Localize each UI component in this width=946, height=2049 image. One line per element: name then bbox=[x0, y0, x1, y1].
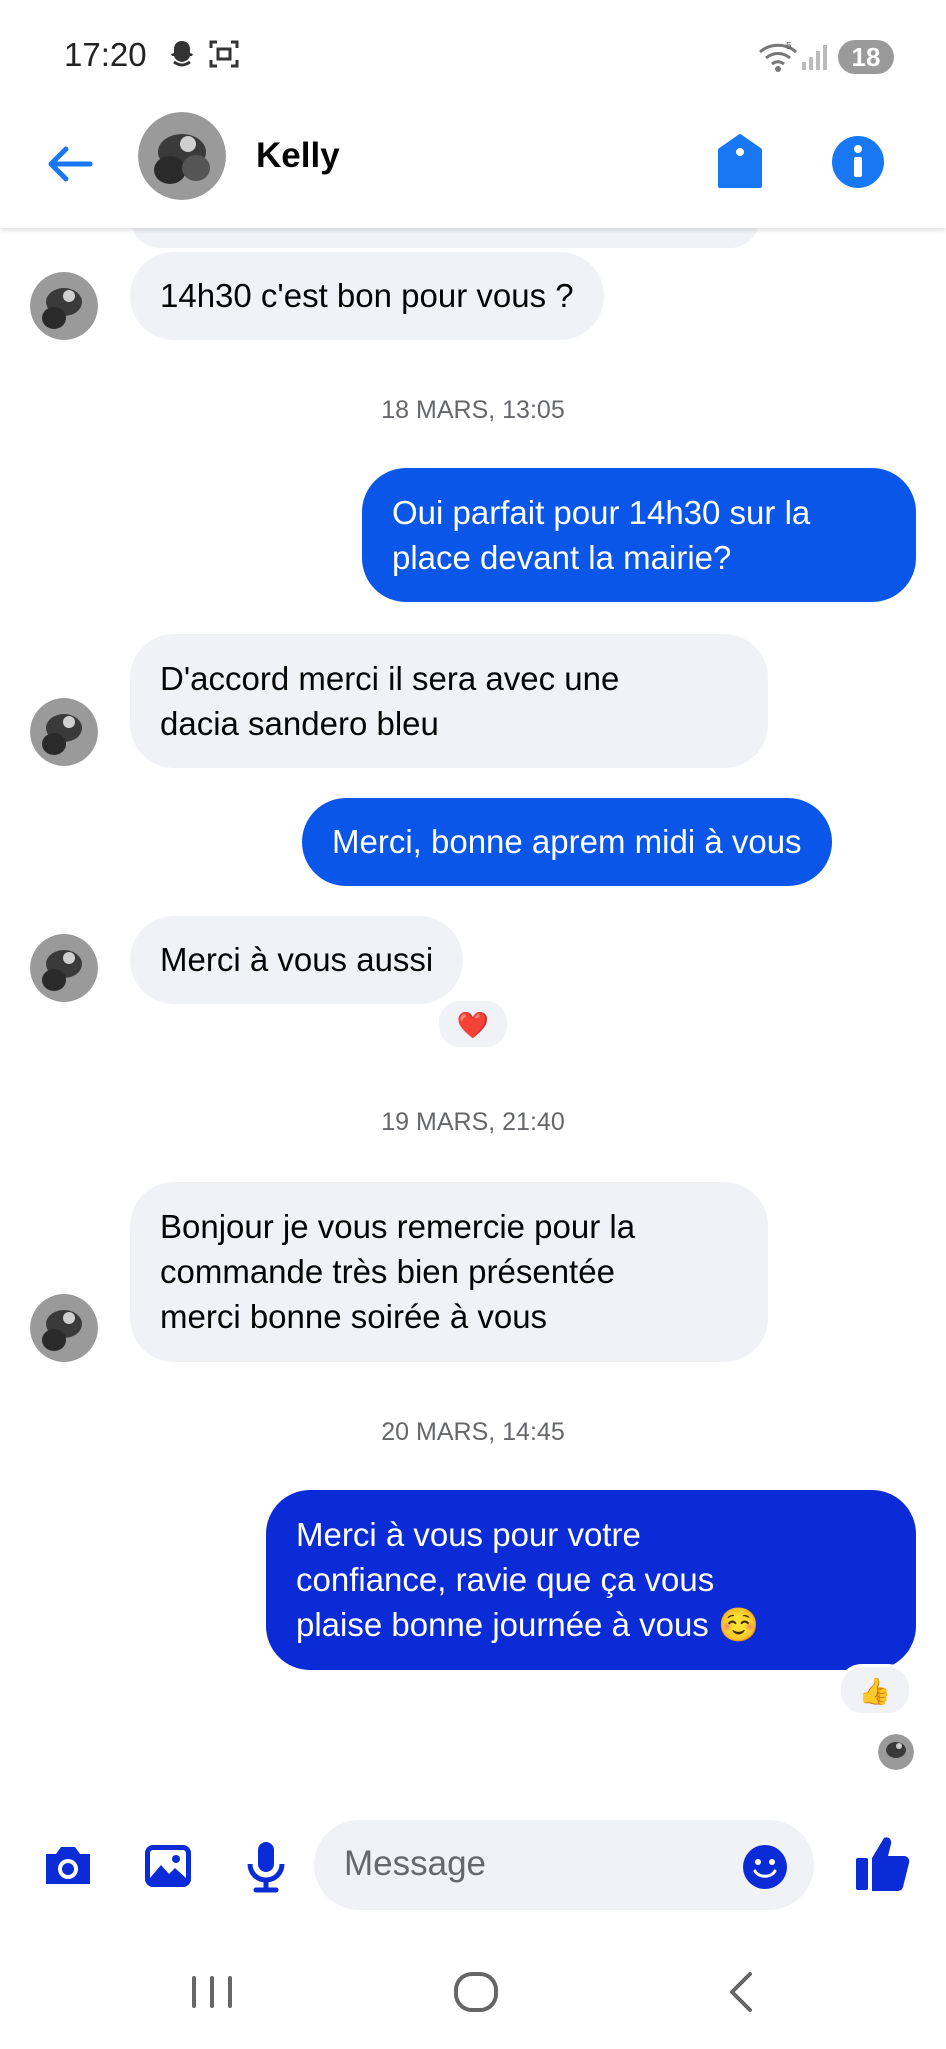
incoming-message[interactable]: D'accord merci il sera avec une dacia sa… bbox=[130, 634, 768, 768]
wifi-icon: 5 bbox=[758, 41, 798, 72]
message-input[interactable]: Message bbox=[314, 1820, 814, 1910]
conversation-header: Kelly bbox=[0, 110, 946, 228]
message-line: confiance, ravie que ça vous bbox=[296, 1561, 715, 1598]
emoji-icon[interactable] bbox=[742, 1844, 788, 1890]
back-arrow-icon[interactable] bbox=[40, 134, 100, 194]
sender-avatar bbox=[30, 698, 98, 766]
sender-avatar bbox=[30, 272, 98, 340]
message-timestamp: 18 MARS, 13:05 bbox=[381, 396, 565, 424]
message-bubble-cut bbox=[130, 228, 760, 248]
outgoing-message[interactable]: Merci à vous pour votre confiance, ravie… bbox=[266, 1490, 916, 1670]
battery-indicator: 18 bbox=[838, 40, 894, 74]
message-line: place devant la mairie? bbox=[392, 539, 732, 576]
contact-name[interactable]: Kelly bbox=[256, 136, 340, 176]
snapchat-icon bbox=[171, 41, 193, 67]
screenshot-icon bbox=[209, 40, 239, 68]
sender-avatar bbox=[30, 934, 98, 1002]
back-icon[interactable] bbox=[712, 1962, 772, 2022]
incoming-message[interactable]: Bonjour je vous remercie pour la command… bbox=[130, 1182, 768, 1362]
sender-avatar bbox=[30, 1294, 98, 1362]
message-line: merci bonne soirée à vous bbox=[160, 1298, 548, 1335]
message-line: Bonjour je vous remercie pour la bbox=[160, 1208, 636, 1245]
read-receipt-avatar bbox=[878, 1734, 914, 1770]
status-bar: 17:20 5 18 bbox=[0, 0, 946, 110]
incoming-message[interactable]: 14h30 c'est bon pour vous ? bbox=[130, 252, 604, 340]
message-composer: Message bbox=[0, 1810, 946, 1920]
incoming-message[interactable]: Merci à vous aussi bbox=[130, 916, 464, 1004]
message-placeholder: Message bbox=[344, 1844, 487, 1883]
microphone-icon[interactable] bbox=[238, 1838, 294, 1894]
message-text: 14h30 c'est bon pour vous ? bbox=[160, 277, 574, 314]
contact-avatar[interactable] bbox=[138, 112, 226, 200]
thumbs-up-icon[interactable] bbox=[854, 1832, 912, 1894]
message-line: dacia sandero bleu bbox=[160, 705, 439, 742]
camera-icon[interactable] bbox=[40, 1838, 96, 1894]
message-text: Merci, bonne aprem midi à vous bbox=[332, 823, 802, 860]
recent-apps-icon[interactable] bbox=[182, 1962, 242, 2022]
message-line: Merci à vous pour votre bbox=[296, 1516, 641, 1553]
svg-text:5: 5 bbox=[786, 41, 792, 52]
message-text: Merci à vous aussi bbox=[160, 941, 434, 978]
system-nav-bar bbox=[0, 1940, 946, 2049]
heart-reaction[interactable]: ❤️ bbox=[436, 998, 510, 1050]
message-line: plaise bonne journée à vous ☺️ bbox=[296, 1606, 760, 1643]
message-line: Oui parfait pour 14h30 sur la bbox=[392, 494, 811, 531]
signal-icon bbox=[802, 45, 827, 70]
message-timestamp: 20 MARS, 14:45 bbox=[381, 1418, 565, 1446]
home-icon[interactable] bbox=[446, 1962, 506, 2022]
status-time: 17:20 bbox=[64, 36, 147, 73]
message-line: commande très bien présentée bbox=[160, 1253, 615, 1290]
message-list[interactable]: 14h30 c'est bon pour vous ? 18 MARS, 13:… bbox=[0, 228, 946, 1788]
tag-icon[interactable] bbox=[712, 132, 768, 192]
message-timestamp: 19 MARS, 21:40 bbox=[381, 1108, 565, 1136]
outgoing-message[interactable]: Merci, bonne aprem midi à vous bbox=[302, 798, 832, 886]
thumbs-up-reaction[interactable]: 👍 bbox=[838, 1664, 912, 1716]
image-icon[interactable] bbox=[140, 1838, 196, 1894]
message-line: D'accord merci il sera avec une bbox=[160, 660, 620, 697]
info-icon[interactable] bbox=[828, 132, 888, 192]
outgoing-message[interactable]: Oui parfait pour 14h30 sur la place deva… bbox=[362, 468, 916, 602]
